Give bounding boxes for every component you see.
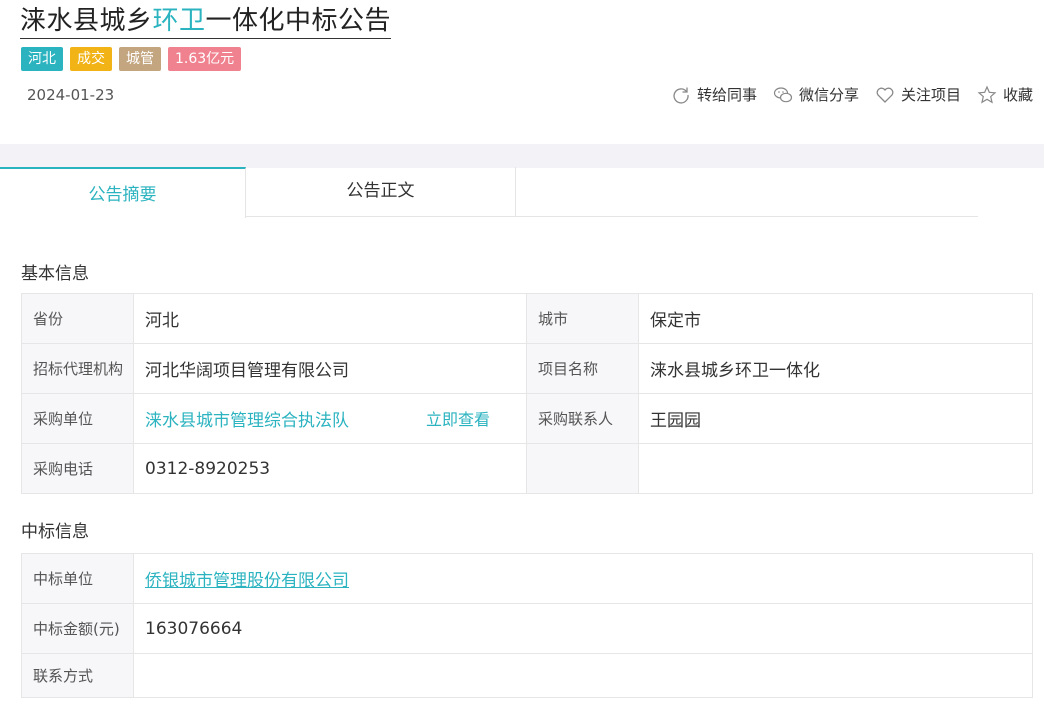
phone-value: 0312-8920253: [133, 443, 527, 494]
tag-province: 河北: [21, 47, 63, 71]
forward-button[interactable]: 转给同事: [671, 84, 757, 105]
favorite-label: 收藏: [1002, 86, 1033, 104]
star-icon: [977, 84, 997, 104]
winner-unit-cell: 侨银城市管理股份有限公司: [133, 553, 1033, 604]
winner-contact-value: [133, 653, 1033, 698]
table-row: 省份 河北 城市 保定市: [21, 293, 1033, 344]
winner-amount-label: 中标金额(元): [21, 603, 134, 654]
tab-full-text[interactable]: 公告正文: [246, 167, 516, 217]
basic-info-heading: 基本信息: [21, 264, 89, 284]
contact-person-label: 采购联系人: [526, 393, 639, 444]
view-now-link[interactable]: 立即查看: [426, 406, 490, 431]
wechat-share-label: 微信分享: [798, 86, 859, 104]
publish-date: 2024-01-23: [27, 86, 115, 104]
winner-amount-value: 163076664: [133, 603, 1033, 654]
action-bar: 转给同事 微信分享 关注项目 收藏: [671, 84, 1033, 105]
title-highlight: 环卫: [152, 6, 206, 36]
province-value: 河北: [133, 293, 527, 344]
winner-unit-label: 中标单位: [21, 553, 134, 604]
table-row: 招标代理机构 河北华阔项目管理有限公司 项目名称 涞水县城乡环卫一体化: [21, 343, 1033, 394]
table-row: 中标金额(元) 163076664: [21, 603, 1033, 654]
follow-project-button[interactable]: 关注项目: [875, 84, 961, 105]
agency-label: 招标代理机构: [21, 343, 134, 394]
buyer-label: 采购单位: [21, 393, 134, 444]
winner-info-table: 中标单位 侨银城市管理股份有限公司 中标金额(元) 163076664 联系方式: [21, 553, 1033, 698]
winner-unit-link[interactable]: 侨银城市管理股份有限公司: [145, 571, 349, 591]
city-label: 城市: [526, 293, 639, 344]
empty-cell: [526, 443, 639, 494]
tag-industry: 城管: [119, 47, 161, 71]
province-label: 省份: [21, 293, 134, 344]
heart-icon: [876, 87, 894, 103]
tag-list: 河北 成交 城管 1.63亿元: [21, 47, 242, 71]
follow-project-label: 关注项目: [900, 86, 961, 104]
project-name-label: 项目名称: [526, 343, 639, 394]
buyer-cell: 涞水县城市管理综合执法队 立即查看: [133, 393, 527, 444]
phone-label: 采购电话: [21, 443, 134, 494]
favorite-button[interactable]: 收藏: [977, 84, 1033, 105]
forward-label: 转给同事: [696, 86, 757, 104]
refresh-icon: [673, 87, 689, 104]
section-divider: [0, 144, 1044, 168]
tab-bar: 公告摘要 公告正文: [0, 167, 978, 218]
winner-info-heading: 中标信息: [21, 522, 89, 542]
table-row: 中标单位 侨银城市管理股份有限公司: [21, 553, 1033, 604]
winner-contact-label: 联系方式: [21, 653, 134, 698]
empty-cell: [638, 443, 1033, 494]
title-text-pre: 涞水县城乡: [20, 6, 153, 36]
wechat-share-button[interactable]: 微信分享: [773, 84, 859, 105]
tab-summary[interactable]: 公告摘要: [0, 167, 246, 218]
project-name-value: 涞水县城乡环卫一体化: [638, 343, 1033, 394]
city-value: 保定市: [638, 293, 1033, 344]
table-row: 采购电话 0312-8920253: [21, 443, 1033, 494]
basic-info-table: 省份 河北 城市 保定市 招标代理机构 河北华阔项目管理有限公司 项目名称 涞水…: [21, 293, 1033, 494]
title-text-post: 一体化中标公告: [205, 6, 392, 36]
table-row: 联系方式: [21, 653, 1033, 698]
agency-value: 河北华阔项目管理有限公司: [133, 343, 527, 394]
tag-amount: 1.63亿元: [168, 47, 242, 71]
page-title: 涞水县城乡环卫一体化中标公告: [20, 4, 392, 39]
buyer-link[interactable]: 涞水县城市管理综合执法队: [145, 406, 349, 431]
table-row: 采购单位 涞水县城市管理综合执法队 立即查看 采购联系人 王园园: [21, 393, 1033, 444]
wechat-icon: [773, 86, 793, 102]
contact-person-value: 王园园: [638, 393, 1033, 444]
tag-status: 成交: [70, 47, 112, 71]
